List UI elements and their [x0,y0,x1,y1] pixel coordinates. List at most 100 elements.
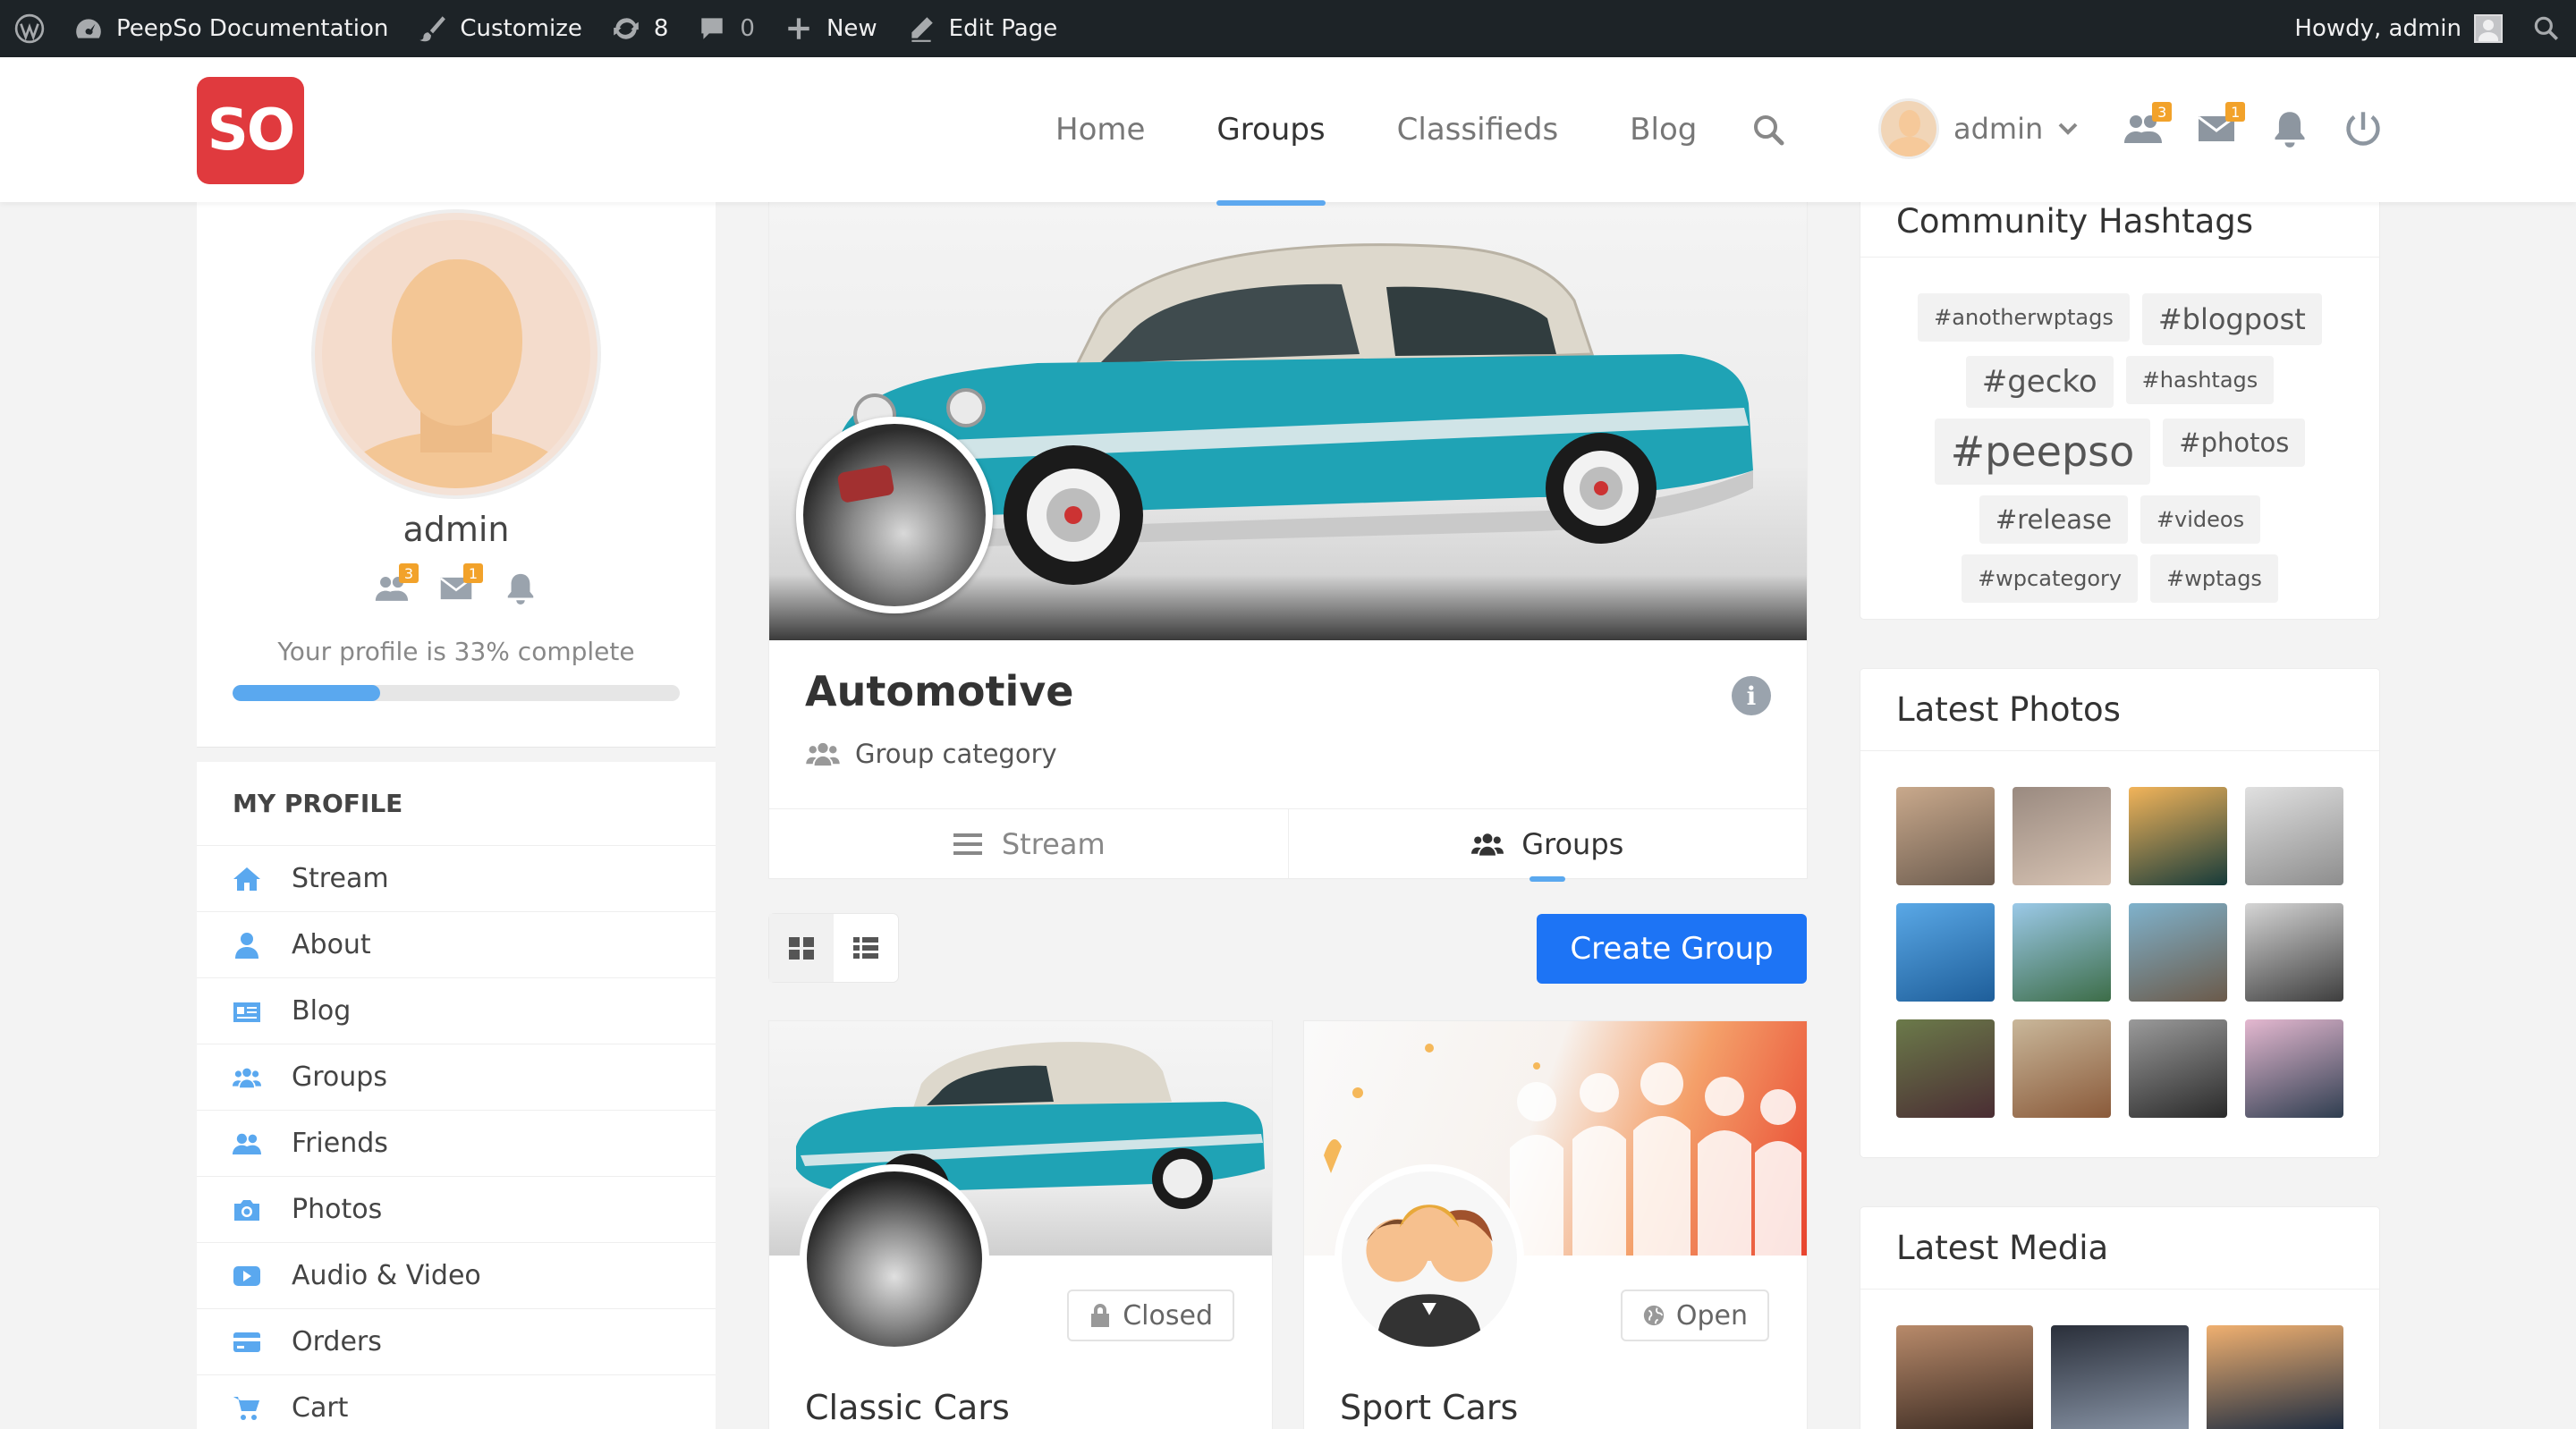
header-avatar[interactable] [1878,98,1939,159]
globe-icon [1643,1305,1665,1326]
comment-icon [697,13,727,44]
photo-thumbnail[interactable] [2245,903,2343,1002]
profile-notifications-button[interactable] [501,569,540,608]
my-account-menu[interactable]: Howdy, admin [2280,0,2517,57]
photo-thumbnail[interactable] [2245,1019,2343,1118]
menu-item-groups[interactable]: Groups [197,1044,716,1111]
hashtag[interactable]: #release [1979,495,2128,544]
photo-thumbnail[interactable] [1896,903,1995,1002]
media-thumbnail[interactable] [2051,1325,2189,1429]
messages-badge: 1 [2225,102,2246,122]
updates-button[interactable]: 8 [597,0,683,57]
menu-item-label: Cart [292,1392,349,1424]
plus-icon [784,13,814,44]
list-view-button[interactable] [834,914,898,982]
photo-thumbnail[interactable] [2129,787,2227,885]
left-sidebar: admin 3 1 Your profile is 33% complete M… [197,202,716,1429]
profile-messages-button[interactable]: 1 [436,563,483,608]
photo-thumbnail[interactable] [1896,787,1995,885]
photo-thumbnail[interactable] [2129,1019,2227,1118]
wp-admin-bar: PeepSo Documentation Customize 8 0 New E… [0,0,2576,57]
user-area: admin 3 1 [1878,93,2385,165]
site-name-menu[interactable]: PeepSo Documentation [59,0,402,57]
group-card-sport-cars[interactable]: Open Sport Cars [1304,1021,1807,1429]
group-name[interactable]: Sport Cars [1340,1388,1518,1427]
menu-item-cart[interactable]: Cart [197,1375,716,1429]
list-icon [853,937,878,959]
profile-friends-badge: 3 [399,563,419,583]
groups-icon [233,1068,261,1087]
grid-view-button[interactable] [769,914,834,982]
group-status-label: Closed [1123,1299,1213,1332]
comments-button[interactable]: 0 [682,0,769,57]
hashtag[interactable]: #blogpost [2141,293,2322,345]
friends-badge: 3 [2152,102,2173,122]
edit-page-button[interactable]: Edit Page [892,0,1072,57]
group-card-classic-cars[interactable]: Closed Classic Cars [769,1021,1272,1429]
nav-home[interactable]: Home [1020,57,1181,202]
hashtag[interactable]: #videos [2140,495,2261,544]
chevron-down-icon[interactable] [2055,116,2080,141]
hashtag[interactable]: #anotherwptags [1918,293,2130,342]
profile-friends-button[interactable]: 3 [372,563,419,608]
menu-item-label: Friends [292,1128,388,1159]
profile-name[interactable]: admin [197,510,716,549]
info-icon[interactable]: i [1732,676,1771,715]
menu-item-label: Photos [292,1194,383,1225]
photo-thumbnail[interactable] [2129,903,2227,1002]
wordpress-logo-button[interactable] [0,0,59,57]
photo-thumbnail[interactable] [2245,787,2343,885]
photo-thumbnail[interactable] [2012,1019,2111,1118]
menu-item-friends[interactable]: Friends [197,1111,716,1177]
photo-thumbnail[interactable] [1896,1019,1995,1118]
tab-groups[interactable]: Groups [1287,809,1808,882]
search-icon[interactable] [1750,112,1786,148]
hashtag[interactable]: #gecko [1965,356,2114,408]
site-name-label: PeepSo Documentation [116,15,389,42]
menu-item-orders[interactable]: Orders [197,1309,716,1375]
menu-item-stream[interactable]: Stream [197,846,716,912]
friends-notification-button[interactable]: 3 [2122,102,2173,150]
photo-thumbnail[interactable] [2012,903,2111,1002]
admin-search-button[interactable] [2517,0,2576,57]
friends-icon [233,1133,261,1154]
hashtag[interactable]: #photos [2163,419,2306,467]
notifications-button[interactable] [2268,107,2311,150]
groups-grid: Closed Classic Cars Open Sport Cars [769,1021,1807,1429]
nav-blog[interactable]: Blog [1594,57,1733,202]
media-thumbnail[interactable] [2206,1325,2343,1429]
photo-thumbnail[interactable] [2012,787,2111,885]
profile-avatar[interactable] [311,209,601,499]
power-icon [2346,112,2380,146]
group-status-label: Open [1675,1299,1748,1332]
hashtag[interactable]: #peepso [1934,419,2151,485]
tab-label: Stream [1001,826,1106,861]
blog-icon [233,1002,260,1022]
profile-messages-badge: 1 [463,563,483,583]
hashtag[interactable]: #hashtags [2125,356,2275,404]
peepso-logo[interactable]: SO [197,77,304,184]
camera-icon [234,1199,259,1221]
profile-menu-title: MY PROFILE [197,762,716,846]
menu-item-about[interactable]: About [197,912,716,978]
group-name[interactable]: Classic Cars [805,1388,1010,1427]
group-category-avatar[interactable] [796,417,993,613]
hashtag[interactable]: #wpcategory [1962,554,2139,603]
tab-stream[interactable]: Stream [769,809,1288,878]
menu-item-audio-video[interactable]: Audio & Video [197,1243,716,1309]
header-user-name[interactable]: admin [1953,112,2043,146]
nav-groups[interactable]: Groups [1181,57,1360,206]
logout-button[interactable] [2342,107,2385,150]
new-content-button[interactable]: New [769,0,892,57]
messages-notification-button[interactable]: 1 [2195,102,2246,150]
create-group-button[interactable]: Create Group [1537,914,1807,984]
menu-item-photos[interactable]: Photos [197,1177,716,1243]
menu-item-blog[interactable]: Blog [197,978,716,1044]
home-icon [233,867,260,891]
nav-classifieds[interactable]: Classifieds [1361,57,1595,202]
menu-item-label: About [292,929,371,960]
group-avatar [1335,1164,1524,1354]
hashtag[interactable]: #wptags [2150,554,2278,603]
media-thumbnail[interactable] [1896,1325,2034,1429]
customize-button[interactable]: Customize [402,0,596,57]
